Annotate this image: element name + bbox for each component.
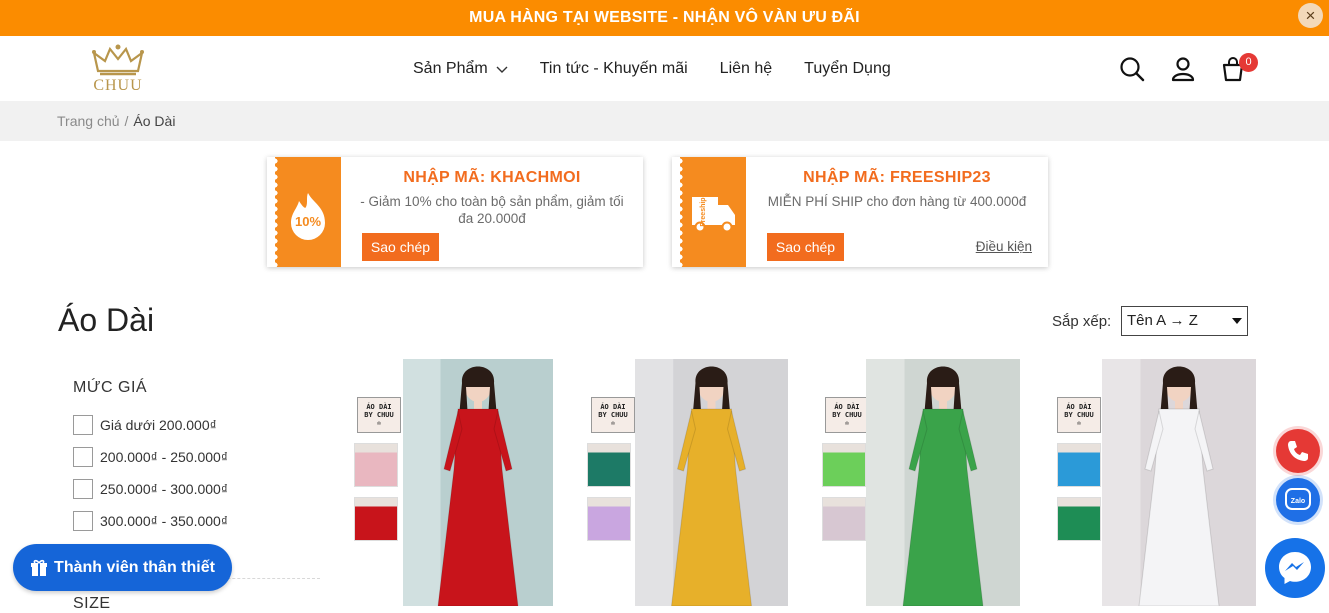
coupon-body: NHẬP MÃ: KHACHMOI - Giảm 10% cho toàn bộ…: [357, 169, 627, 227]
product-thumbnail[interactable]: [354, 443, 398, 487]
nav-item-products[interactable]: Sản Phẩm: [413, 60, 508, 78]
brand-badge-line: ÁO DÀI: [1066, 403, 1092, 411]
cart-count-badge: 0: [1239, 53, 1258, 72]
price-option-label: 300.000₫ - 350.000₫: [100, 512, 229, 529]
nav-label: Sản Phẩm: [413, 59, 488, 77]
coupon-icon-panel: 10%: [275, 157, 345, 267]
price-option[interactable]: Giá dưới 200.000₫: [73, 414, 217, 435]
brand-badge-line: ♔: [610, 419, 616, 427]
breadcrumb-separator: /: [124, 113, 129, 129]
product-thumbnail[interactable]: [587, 497, 631, 541]
brand-badge: ÁO DÀI BY CHUU ♔: [591, 397, 635, 433]
brand-badge-line: BY CHUU: [364, 411, 394, 419]
promo-text: MUA HÀNG TẠI WEBSITE - NHẬN VÔ VÀN ƯU ĐÃ…: [469, 9, 860, 26]
nav-item-careers[interactable]: Tuyển Dụng: [804, 60, 891, 78]
brand-badge: ÁO DÀI BY CHUU ♔: [825, 397, 869, 433]
brand-badge: ÁO DÀI BY CHUU ♔: [1057, 397, 1101, 433]
price-option-label: 250.000₫ - 300.000₫: [100, 480, 229, 497]
coupon-icon-panel: Freeship: [680, 157, 750, 267]
brand-badge-line: ÁO DÀI: [834, 403, 860, 411]
page-title: Áo Dài: [58, 302, 155, 338]
price-option[interactable]: 200.000₫ - 250.000₫: [73, 446, 228, 467]
close-icon: ×: [1305, 6, 1316, 25]
copy-code-button[interactable]: Sao chép: [362, 233, 439, 261]
price-option-label: 200.000₫ - 250.000₫: [100, 448, 229, 465]
brand-badge-line: ÁO DÀI: [366, 403, 392, 411]
product-main-image[interactable]: [866, 359, 1020, 606]
coupon-icon-text: 10%: [295, 214, 321, 229]
brand-badge-line: BY CHUU: [1064, 411, 1094, 419]
search-icon[interactable]: [1119, 56, 1145, 82]
product-main-image[interactable]: [635, 359, 788, 606]
price-option[interactable]: 300.000₫ - 350.000₫: [73, 510, 228, 531]
coupon-card-freeship: Freeship NHẬP MÃ: FREESHIP23 MIỄN PHÍ SH…: [672, 157, 1048, 267]
messenger-icon: [1279, 552, 1311, 584]
conditions-link[interactable]: Điều kiện: [976, 239, 1032, 254]
product-thumbnail[interactable]: [1057, 497, 1101, 541]
checkbox[interactable]: [73, 446, 93, 467]
brand-badge: ÁO DÀI BY CHUU ♔: [357, 397, 401, 433]
nav-label: Tuyển Dụng: [804, 59, 891, 77]
crown-icon: [92, 44, 144, 76]
brand-badge-line: ♔: [376, 419, 382, 427]
phone-call-button[interactable]: [1276, 429, 1320, 473]
product-thumbnail[interactable]: [822, 443, 866, 487]
coupon-icon-text: Freeship: [700, 197, 707, 226]
discount-flame-icon: 10%: [291, 193, 325, 240]
brand-badge-line: ♔: [1076, 419, 1082, 427]
price-option-label: Giá dưới 200.000₫: [100, 416, 217, 433]
gift-icon: [31, 559, 48, 576]
logo-text: CHUU: [93, 77, 143, 94]
loyalty-member-button[interactable]: Thành viên thân thiết: [13, 544, 232, 591]
chevron-down-icon: [496, 66, 508, 73]
size-filter-title: SIZE: [73, 595, 111, 612]
brand-badge-line: ÁO DÀI: [600, 403, 626, 411]
logo[interactable]: CHUU: [90, 41, 146, 97]
product-main-image[interactable]: [1102, 359, 1256, 606]
nav-item-contact[interactable]: Liên hệ: [720, 60, 773, 78]
copy-code-button[interactable]: Sao chép: [767, 233, 844, 261]
breadcrumb-current: Áo Dài: [133, 113, 176, 129]
product-thumbnail[interactable]: [822, 497, 866, 541]
loyalty-member-label: Thành viên thân thiết: [54, 558, 215, 576]
coupon-card-khachmoi: 10% NHẬP MÃ: KHACHMOI - Giảm 10% cho toà…: [267, 157, 643, 267]
price-filter-title: MỨC GIÁ: [73, 379, 148, 396]
coupon-description: MIỄN PHÍ SHIP cho đơn hàng từ 400.000đ: [767, 194, 1027, 209]
dropdown-arrow-icon: [1232, 318, 1242, 324]
nav-item-news[interactable]: Tin tức - Khuyến mãi: [540, 60, 688, 78]
site-header: CHUU Sản Phẩm Tin tức - Khuyến mãi Liên …: [0, 36, 1329, 101]
breadcrumb-home-link[interactable]: Trang chủ: [57, 113, 120, 129]
main-nav: Sản Phẩm Tin tức - Khuyến mãi Liên hệ Tu…: [413, 36, 923, 101]
coupon-description: - Giảm 10% cho toàn bộ sản phẩm, giảm tố…: [360, 194, 624, 226]
price-option[interactable]: 250.000₫ - 300.000₫: [73, 478, 228, 499]
nav-label: Tin tức - Khuyến mãi: [539, 59, 688, 77]
messenger-chat-button[interactable]: [1265, 538, 1325, 598]
brand-badge-line: BY CHUU: [832, 411, 862, 419]
checkbox[interactable]: [73, 510, 93, 531]
sort-select[interactable]: Tên A → Z: [1121, 306, 1248, 336]
nav-label: Liên hệ: [719, 59, 773, 77]
product-thumbnail[interactable]: [354, 497, 398, 541]
zalo-label: Zalo: [1291, 498, 1305, 505]
sort-label: Sắp xếp:: [1052, 313, 1112, 330]
product-thumbnail[interactable]: [587, 443, 631, 487]
coupon-title: NHẬP MÃ: KHACHMOI: [403, 169, 581, 186]
coupon-body: NHẬP MÃ: FREESHIP23 MIỄN PHÍ SHIP cho đơ…: [762, 169, 1032, 210]
zalo-chat-button[interactable]: Zalo: [1276, 478, 1320, 522]
product-thumbnail[interactable]: [1057, 443, 1101, 487]
checkbox[interactable]: [73, 414, 93, 435]
product-main-image[interactable]: [403, 359, 553, 606]
checkbox[interactable]: [73, 478, 93, 499]
zalo-icon: Zalo: [1285, 488, 1311, 510]
sort-selected-value: Tên A → Z: [1127, 312, 1198, 329]
brand-badge-line: ♔: [844, 419, 850, 427]
brand-badge-line: BY CHUU: [598, 411, 628, 419]
phone-icon: [1288, 441, 1308, 461]
close-promo-button[interactable]: ×: [1298, 3, 1323, 28]
promo-bar: MUA HÀNG TẠI WEBSITE - NHẬN VÔ VÀN ƯU ĐÃ…: [0, 0, 1329, 36]
user-icon[interactable]: [1170, 56, 1196, 82]
coupon-title: NHẬP MÃ: FREESHIP23: [803, 169, 991, 186]
breadcrumb: Trang chủ / Áo Dài: [0, 101, 1329, 141]
delivery-truck-icon: Freeship: [692, 197, 735, 233]
